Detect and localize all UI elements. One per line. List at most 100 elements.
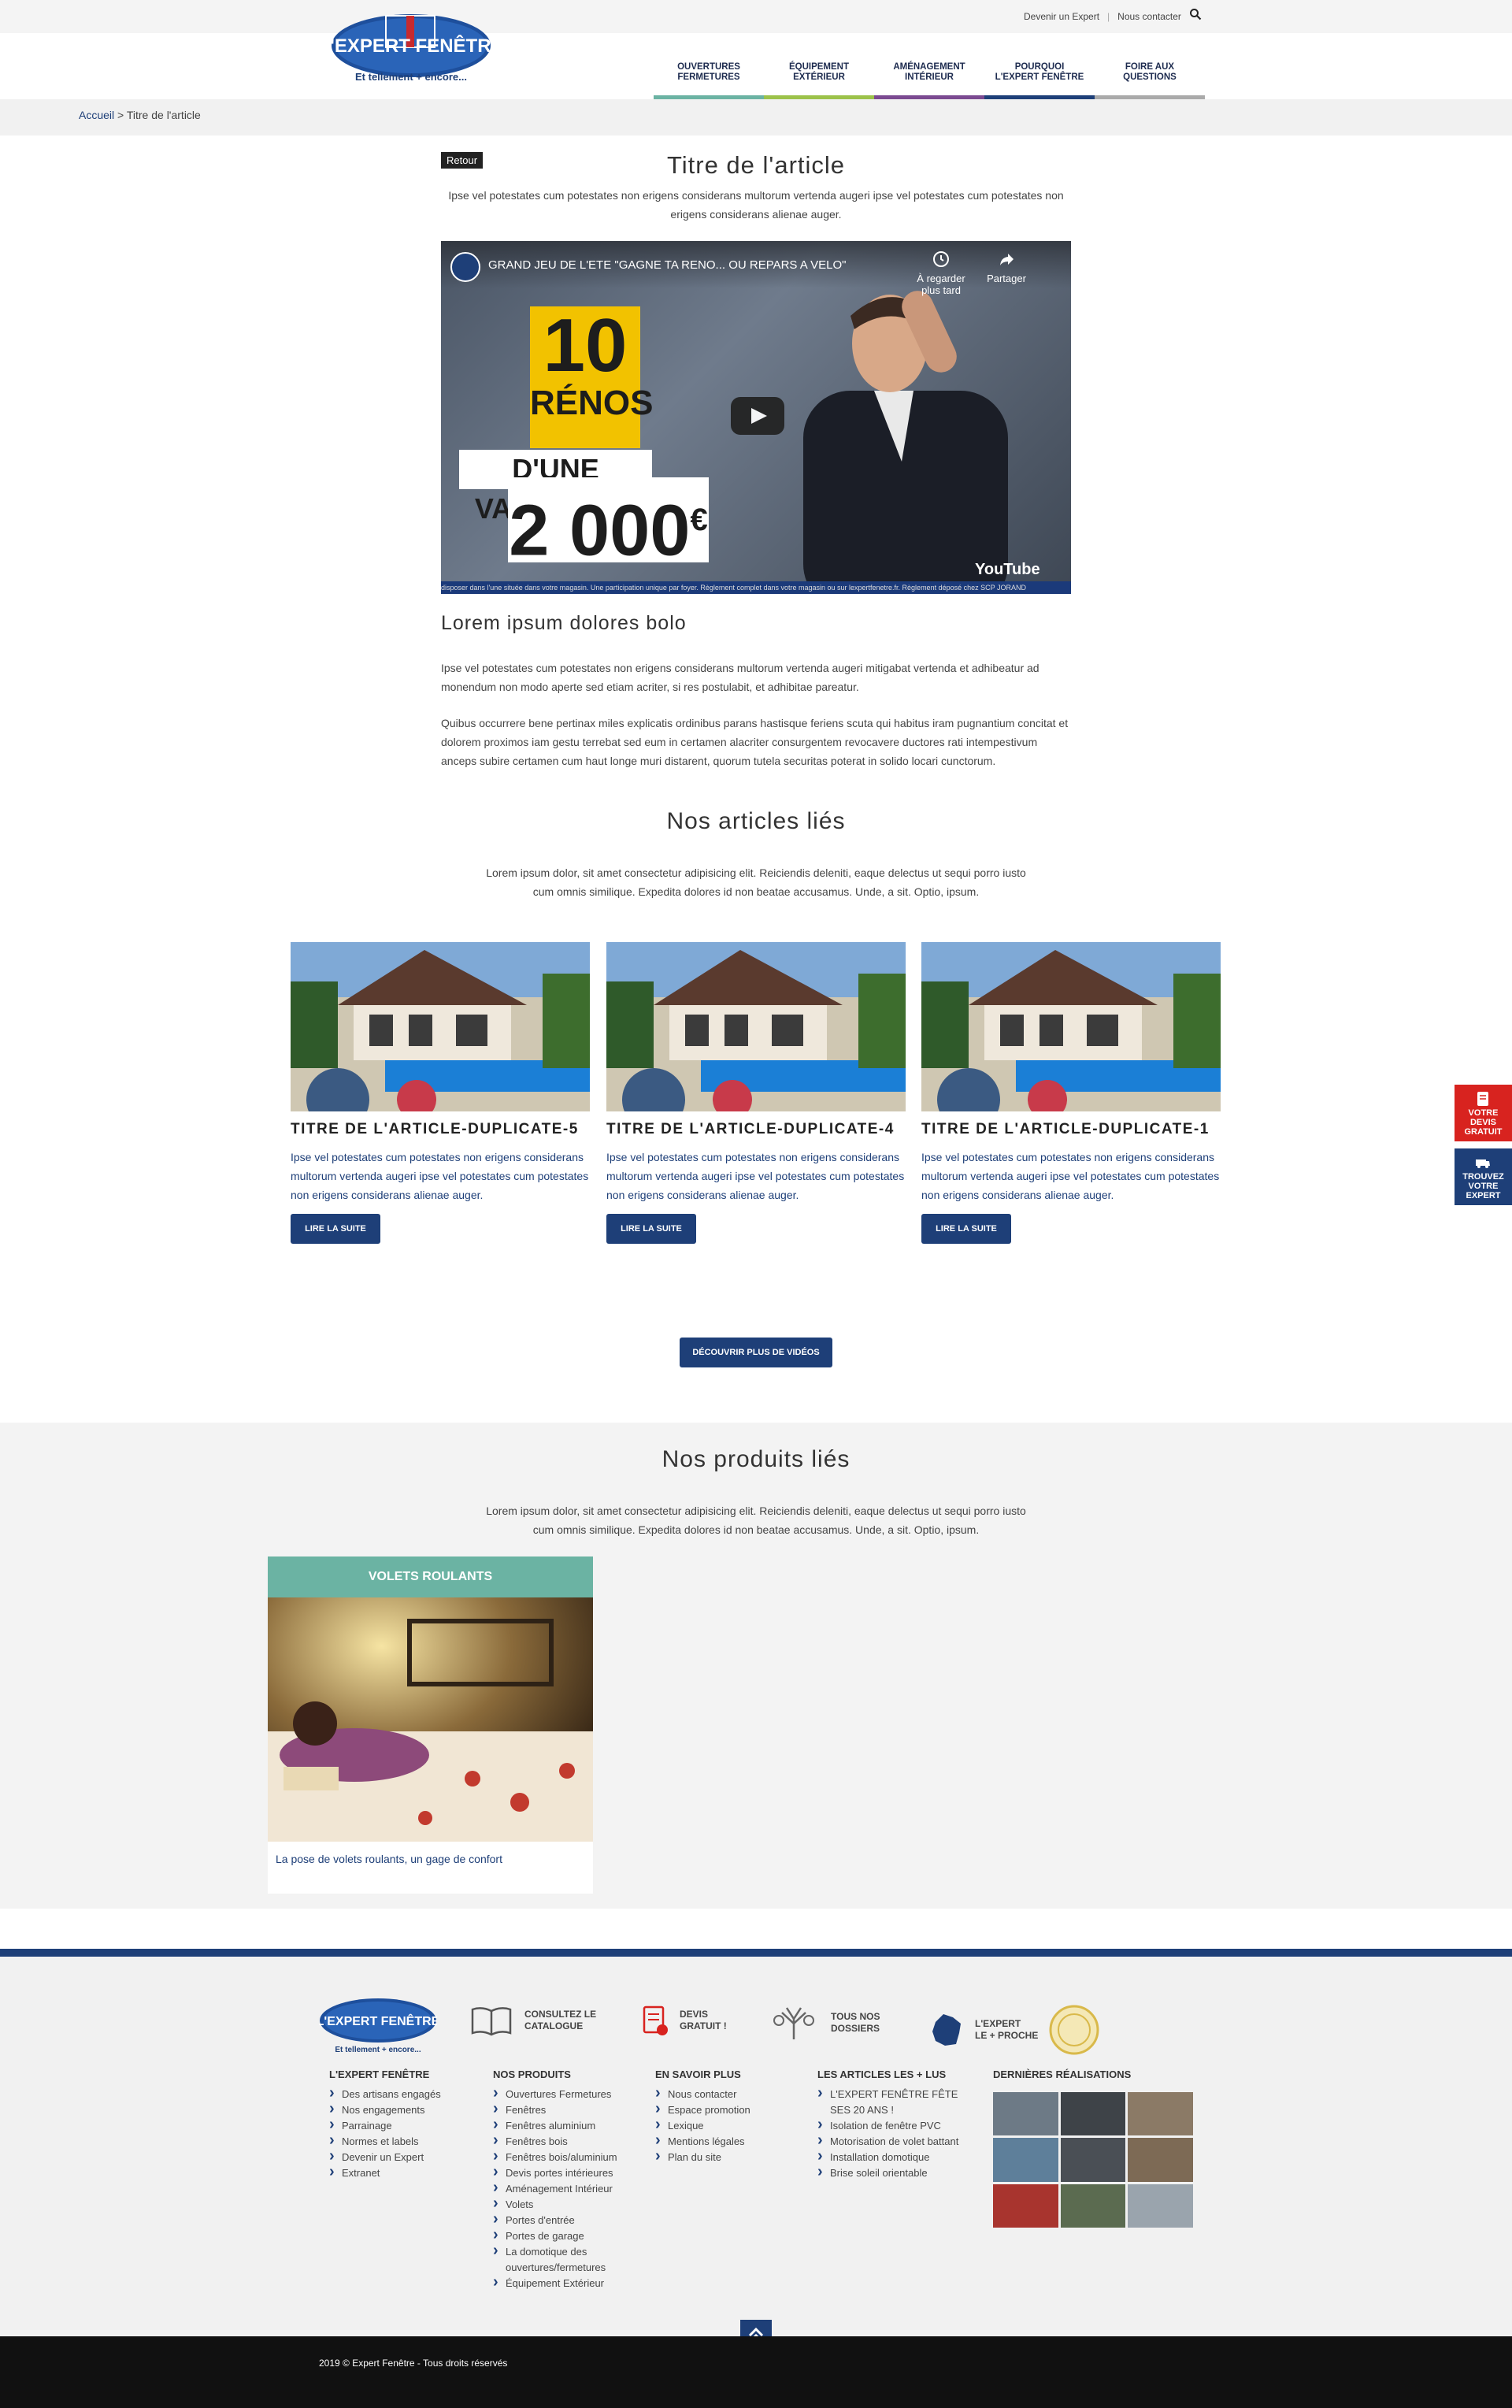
nav-label-line1: Équipement [788, 62, 850, 72]
gallery-thumbnail[interactable] [1128, 2184, 1193, 2228]
nav-label-line1: Ouvertures [677, 62, 740, 72]
nav-label-line2: Fermetures [677, 72, 740, 82]
quote-badge[interactable]: Devis gratuit ! [642, 2005, 727, 2036]
article-card-image[interactable] [921, 942, 1221, 1111]
nav-ouvertures-fermetures[interactable]: Ouvertures Fermetures [654, 58, 764, 99]
footer-column-expert: L'Expert Fenêtre Des artisans engagés No… [329, 2069, 441, 2181]
gallery-thumbnail[interactable] [993, 2092, 1058, 2136]
free-quote-side-button[interactable]: Votre devis gratuit [1455, 1085, 1512, 1141]
nav-pourquoi-expert[interactable]: Pourquoi L'Expert Fenêtre [984, 58, 1095, 99]
footer-column-more: En savoir plus Nous contacter Espace pro… [655, 2069, 750, 2165]
badge-line: dossiers [831, 2023, 880, 2034]
footer-link[interactable]: Des artisans engagés [329, 2085, 441, 2102]
footer-link[interactable]: L'EXPERT FENÊTRE FÊTE SES 20 ANS ! [817, 2085, 967, 2118]
related-products-lead: Lorem ipsum dolor, sit amet consectetur … [486, 1505, 1026, 1536]
footer-link[interactable]: Portes de garage [493, 2227, 627, 2244]
footer-link[interactable]: Normes et labels [329, 2132, 441, 2150]
find-expert-side-button[interactable]: Trouvez votre expert [1455, 1148, 1512, 1205]
footer-link[interactable]: Lexique [655, 2117, 750, 2134]
youtube-logo[interactable]: YouTube [975, 561, 1040, 579]
footer-link[interactable]: Isolation de fenêtre PVC [817, 2117, 967, 2134]
nav-faq[interactable]: Foire aux questions [1095, 58, 1205, 99]
video-title[interactable]: GRAND JEU DE L'ETE "GAGNE TA RENO... OU … [488, 258, 846, 272]
footer-column-products: Nos produits Ouvertures Fermetures Fenêt… [493, 2069, 627, 2291]
footer-link[interactable]: Aménagement Intérieur [493, 2180, 627, 2197]
product-caption[interactable]: La pose de volets roulants, un gage de c… [268, 1842, 593, 1876]
footer-link[interactable]: Fenêtres bois [493, 2132, 627, 2150]
footer-link[interactable]: Installation domotique [817, 2148, 967, 2165]
gallery-thumbnail[interactable] [1060, 2092, 1126, 2136]
gallery-thumbnail[interactable] [1128, 2092, 1193, 2136]
article-card-title[interactable]: Titre de l'article-duplicate-1 [921, 1121, 1221, 1138]
breadcrumb-home[interactable]: Accueil [79, 109, 114, 121]
footer-link[interactable]: La domotique des ouvertures/fermetures [493, 2243, 627, 2276]
side-label-line: Trouvez [1462, 1172, 1504, 1182]
side-label-line: gratuit [1464, 1127, 1503, 1137]
footer-link[interactable]: Nos engagements [329, 2101, 441, 2118]
footer-link[interactable]: Mentions légales [655, 2132, 750, 2150]
badge-line: gratuit ! [680, 2020, 727, 2031]
article-card-image[interactable] [291, 942, 590, 1111]
footer-link[interactable]: Motorisation de volet battant [817, 2132, 967, 2150]
gallery-thumbnail[interactable] [1060, 2184, 1126, 2228]
promo-number: 10 [543, 303, 628, 388]
footer-link[interactable]: Portes d'entrée [493, 2211, 627, 2228]
logo[interactable]: L'EXPERT FENÊTRE Et tellement + encore..… [331, 13, 492, 88]
article-card: Titre de l'article-duplicate-1 Ipse vel … [921, 942, 1221, 1244]
bedroom-image [268, 1597, 593, 1842]
article-card-image[interactable] [606, 942, 906, 1111]
more-videos-button[interactable]: Découvrir plus de vidéos [680, 1338, 832, 1367]
watch-later-button[interactable]: À regarder plus tard [910, 250, 973, 296]
footer-link[interactable]: Devenir un Expert [329, 2148, 441, 2165]
gallery-thumbnail[interactable] [993, 2184, 1058, 2228]
read-more-button[interactable]: Lire la suite [291, 1214, 380, 1244]
footer-link[interactable]: Équipement Extérieur [493, 2274, 627, 2291]
nav-amenagement-interieur[interactable]: Aménagement Intérieur [874, 58, 984, 99]
read-more-button[interactable]: Lire la suite [921, 1214, 1011, 1244]
footer-link[interactable]: Parrainage [329, 2117, 441, 2134]
contact-link[interactable]: Nous contacter [1117, 11, 1181, 22]
nav-equipement-exterieur[interactable]: Équipement Extérieur [764, 58, 874, 99]
nav-label-line1: Pourquoi [1014, 62, 1065, 72]
video-thumbnail-person [803, 291, 1008, 594]
van-icon [1476, 1159, 1490, 1168]
become-expert-link[interactable]: Devenir un Expert [1024, 11, 1099, 22]
product-card[interactable]: Volets roulants La pose de volets roulan… [268, 1556, 593, 1894]
book-icon [471, 2007, 512, 2036]
gallery-thumbnail[interactable] [993, 2138, 1058, 2182]
article-card-title[interactable]: Titre de l'article-duplicate-5 [291, 1121, 590, 1138]
channel-avatar[interactable] [450, 252, 480, 282]
dossiers-badge[interactable]: Tous nos dossiers [768, 2005, 880, 2041]
footer-link[interactable]: Fenêtres [493, 2101, 627, 2118]
footer-link[interactable]: Volets [493, 2195, 627, 2213]
video-player[interactable]: GRAND JEU DE L'ETE "GAGNE TA RENO... OU … [441, 241, 1071, 594]
gallery-thumbnail[interactable] [1128, 2138, 1193, 2182]
footer-link[interactable]: Fenêtres bois/aluminium [493, 2148, 627, 2165]
footer-link[interactable]: Fenêtres aluminium [493, 2117, 627, 2134]
product-category: Volets roulants [268, 1556, 593, 1597]
footer-link[interactable]: Espace promotion [655, 2101, 750, 2118]
bottom-bar [0, 2336, 1512, 2408]
nav-label-line2: questions [1123, 72, 1177, 82]
footer-link[interactable]: Extranet [329, 2164, 441, 2181]
share-button[interactable]: Partager [983, 250, 1030, 284]
share-icon [1000, 254, 1014, 265]
read-more-button[interactable]: Lire la suite [606, 1214, 696, 1244]
top-links-separator: | [1107, 11, 1110, 22]
footer-logo[interactable]: L'EXPERT FENÊTRE Et tellement + encore..… [319, 1997, 437, 2056]
footer-link[interactable]: Ouvertures Fermetures [493, 2085, 627, 2102]
footer-link[interactable]: Devis portes intérieures [493, 2164, 627, 2181]
promo-amount: 2 000€ [508, 477, 709, 571]
gallery-thumbnail[interactable] [1060, 2138, 1126, 2182]
related-articles-lead: Lorem ipsum dolor, sit amet consectetur … [486, 866, 1026, 898]
catalogue-badge[interactable]: Consultez le catalogue [469, 2005, 596, 2036]
nearest-expert-badge[interactable]: L'Expert le + proche [929, 2005, 1099, 2055]
back-button[interactable]: Retour [441, 152, 484, 169]
quality-seal-icon [1049, 2005, 1099, 2055]
search-icon[interactable] [1189, 8, 1202, 20]
footer-link[interactable]: Plan du site [655, 2148, 750, 2165]
play-button[interactable] [731, 397, 784, 435]
footer-link[interactable]: Brise soleil orientable [817, 2164, 967, 2181]
footer-link[interactable]: Nous contacter [655, 2085, 750, 2102]
article-card-title[interactable]: Titre de l'article-duplicate-4 [606, 1121, 906, 1138]
